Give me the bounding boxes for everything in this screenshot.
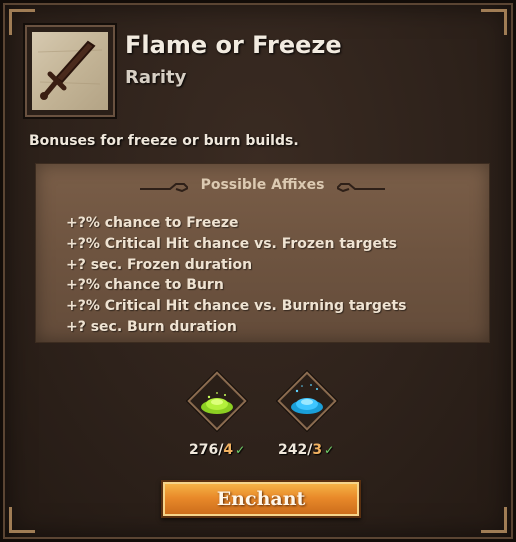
- header-flourish-right-icon: [337, 183, 385, 192]
- corner-ornament: [9, 507, 35, 533]
- item-description: Bonuses for freeze or burn builds.: [29, 133, 299, 149]
- affix-item: +?% Critical Hit chance vs. Frozen targe…: [66, 235, 397, 252]
- item-rarity: Rarity: [125, 67, 187, 88]
- affix-list: +?% chance to Freeze +?% Critical Hit ch…: [66, 213, 406, 338]
- corner-ornament: [481, 507, 507, 533]
- enchant-button[interactable]: Enchant: [161, 480, 361, 518]
- affixes-header: Possible Affixes: [200, 177, 325, 193]
- blue-dust-icon: [291, 384, 323, 414]
- checkmark-icon: ✓: [324, 443, 335, 457]
- affix-item: +?% Critical Hit chance vs. Burning targ…: [66, 298, 407, 315]
- checkmark-icon: ✓: [235, 443, 246, 457]
- item-title: Flame or Freeze: [125, 31, 342, 59]
- material-slot-green[interactable]: [187, 371, 247, 431]
- affix-item: +? sec. Burn duration: [66, 318, 237, 335]
- material-count-blue: 242/3 ✓: [278, 442, 335, 458]
- green-dust-icon: [201, 392, 233, 414]
- affix-item: +?% chance to Burn: [66, 277, 224, 294]
- affix-item: +?% chance to Freeze: [66, 215, 239, 231]
- sword-icon: [37, 40, 103, 100]
- affixes-box: Possible Affixes +?% chance to Freeze +?…: [35, 163, 490, 343]
- material-slot-blue[interactable]: [277, 371, 337, 431]
- affix-item: +? sec. Frozen duration: [66, 256, 253, 273]
- corner-ornament: [481, 9, 507, 35]
- material-count-green: 276/4 ✓: [189, 442, 246, 458]
- item-parchment: [32, 32, 108, 110]
- enchant-tooltip-panel: Flame or Freeze Rarity Bonuses for freez…: [0, 0, 516, 542]
- item-icon-frame: [25, 25, 115, 117]
